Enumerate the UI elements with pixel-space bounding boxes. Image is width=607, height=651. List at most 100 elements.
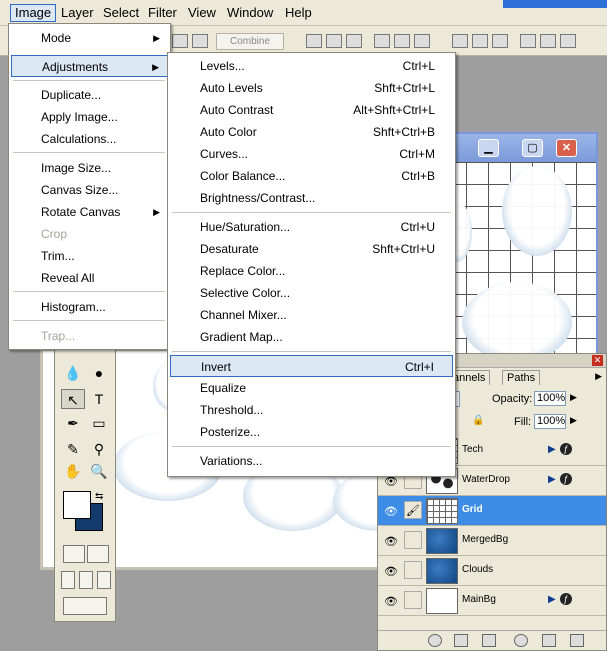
- notes-tool-icon[interactable]: ✎: [61, 439, 85, 459]
- expand-effects-icon[interactable]: ▶: [548, 594, 556, 605]
- menu-item-selective-color[interactable]: Selective Color...: [170, 282, 453, 304]
- menu-item-reveal-all[interactable]: Reveal All: [11, 267, 168, 289]
- align-right-icon[interactable]: [414, 34, 430, 48]
- quick-mask-mode-icon[interactable]: [87, 545, 109, 563]
- minimize-icon[interactable]: ▁: [478, 139, 499, 157]
- menu-item-histogram[interactable]: Histogram...: [11, 296, 168, 318]
- link-slot[interactable]: [404, 561, 422, 579]
- shape-mode-icon[interactable]: [172, 34, 188, 48]
- screen-mode-full-menu-icon[interactable]: [79, 571, 93, 589]
- layer-effects-icon[interactable]: ƒ: [560, 593, 572, 605]
- shape-exclude-icon[interactable]: [192, 34, 208, 48]
- menu-item-invert[interactable]: Invert Ctrl+I: [170, 355, 453, 377]
- new-group-icon[interactable]: [482, 634, 496, 647]
- eyedropper-tool-icon[interactable]: ⚲: [87, 439, 111, 459]
- expand-effects-icon[interactable]: ▶: [548, 444, 556, 455]
- visibility-eye-icon[interactable]: 👁: [384, 505, 398, 518]
- align-vcenter-icon[interactable]: [326, 34, 342, 48]
- add-mask-icon[interactable]: [454, 634, 468, 647]
- menu-image[interactable]: Image: [10, 4, 57, 22]
- zoom-tool-icon[interactable]: 🔍: [87, 461, 111, 481]
- tab-paths[interactable]: Paths: [502, 370, 541, 385]
- menu-item-brightness-contrast[interactable]: Brightness/Contrast...: [170, 187, 453, 209]
- opacity-slider-arrow-icon[interactable]: ▶: [570, 392, 577, 403]
- swap-colors-icon[interactable]: ⇆: [95, 491, 103, 502]
- screen-mode-standard-icon[interactable]: [61, 571, 75, 589]
- link-slot[interactable]: [404, 591, 422, 609]
- menu-layer[interactable]: Layer: [57, 4, 98, 22]
- menu-item-auto-color[interactable]: Auto Color Shft+Ctrl+B: [170, 121, 453, 143]
- layer-row-grid[interactable]: 👁 🖌 Grid: [378, 496, 606, 526]
- menu-item-variations[interactable]: Variations...: [170, 450, 453, 472]
- opacity-input[interactable]: 100%: [534, 391, 566, 406]
- fill-input[interactable]: 100%: [534, 414, 566, 429]
- menu-view[interactable]: View: [184, 4, 220, 22]
- distribute-left-icon[interactable]: [520, 34, 536, 48]
- maximize-icon[interactable]: ▢: [522, 139, 543, 157]
- layer-effects-icon[interactable]: ƒ: [560, 443, 572, 455]
- menu-item-threshold[interactable]: Threshold...: [170, 399, 453, 421]
- distribute-vcenter-icon[interactable]: [472, 34, 488, 48]
- hand-tool-icon[interactable]: ✋: [61, 461, 85, 481]
- menu-window[interactable]: Window: [223, 4, 277, 22]
- trash-icon[interactable]: [570, 634, 584, 647]
- menu-item-rotate-canvas[interactable]: Rotate Canvas ▶: [11, 201, 168, 223]
- standard-mode-icon[interactable]: [63, 545, 85, 563]
- menu-item-adjustments[interactable]: Adjustments ▶: [11, 55, 168, 77]
- menu-item-replace-color[interactable]: Replace Color...: [170, 260, 453, 282]
- menu-item-channel-mixer[interactable]: Channel Mixer...: [170, 304, 453, 326]
- menu-filter[interactable]: Filter: [144, 4, 181, 22]
- layer-effects-icon[interactable]: ƒ: [560, 473, 572, 485]
- align-top-icon[interactable]: [306, 34, 322, 48]
- menu-item-hue-saturation[interactable]: Hue/Saturation... Ctrl+U: [170, 216, 453, 238]
- visibility-eye-icon[interactable]: 👁: [384, 595, 398, 608]
- add-style-icon[interactable]: [428, 634, 442, 647]
- path-selection-tool-icon[interactable]: ↖: [61, 389, 85, 409]
- lock-icon[interactable]: 🔒: [472, 415, 484, 426]
- close-icon[interactable]: ✕: [592, 355, 603, 366]
- menu-help[interactable]: Help: [281, 4, 316, 22]
- jump-to-imageready-icon[interactable]: [63, 597, 107, 615]
- foreground-color-swatch[interactable]: [63, 491, 91, 519]
- expand-effects-icon[interactable]: ▶: [548, 474, 556, 485]
- new-layer-icon[interactable]: [542, 634, 556, 647]
- brush-icon[interactable]: 🖌: [404, 501, 422, 519]
- menu-item-gradient-map[interactable]: Gradient Map...: [170, 326, 453, 348]
- align-left-icon[interactable]: [374, 34, 390, 48]
- align-bottom-icon[interactable]: [346, 34, 362, 48]
- menu-item-desaturate[interactable]: Desaturate Shft+Ctrl+U: [170, 238, 453, 260]
- menu-item-mode[interactable]: Mode ▶: [11, 27, 168, 49]
- visibility-eye-icon[interactable]: 👁: [384, 535, 398, 548]
- menu-item-duplicate[interactable]: Duplicate...: [11, 84, 168, 106]
- menu-item-apply-image[interactable]: Apply Image...: [11, 106, 168, 128]
- layer-row-mainbg[interactable]: 👁 MainBg ▶ ƒ: [378, 586, 606, 616]
- shape-tool-icon[interactable]: ▭: [87, 413, 111, 433]
- panel-menu-icon[interactable]: ▶: [595, 371, 602, 382]
- layer-row-clouds[interactable]: 👁 Clouds: [378, 556, 606, 586]
- menu-item-trim[interactable]: Trim...: [11, 245, 168, 267]
- menu-item-auto-contrast[interactable]: Auto Contrast Alt+Shft+Ctrl+L: [170, 99, 453, 121]
- menu-item-color-balance[interactable]: Color Balance... Ctrl+B: [170, 165, 453, 187]
- menu-item-posterize[interactable]: Posterize...: [170, 421, 453, 443]
- align-hcenter-icon[interactable]: [394, 34, 410, 48]
- type-tool-icon[interactable]: T: [87, 389, 111, 409]
- screen-mode-full-icon[interactable]: [97, 571, 111, 589]
- adjustment-layer-icon[interactable]: [514, 634, 528, 647]
- burn-tool-icon[interactable]: ●: [87, 363, 111, 383]
- link-slot[interactable]: [404, 531, 422, 549]
- menu-item-levels[interactable]: Levels... Ctrl+L: [170, 55, 453, 77]
- menu-item-auto-levels[interactable]: Auto Levels Shft+Ctrl+L: [170, 77, 453, 99]
- blur-tool-icon[interactable]: 💧: [61, 363, 85, 383]
- menu-select[interactable]: Select: [99, 4, 143, 22]
- layer-row-mergedbg[interactable]: 👁 MergedBg: [378, 526, 606, 556]
- menu-item-equalize[interactable]: Equalize: [170, 377, 453, 399]
- menu-item-calculations[interactable]: Calculations...: [11, 128, 168, 150]
- combine-button[interactable]: Combine: [216, 33, 284, 50]
- distribute-bottom-icon[interactable]: [492, 34, 508, 48]
- distribute-hcenter-icon[interactable]: [540, 34, 556, 48]
- menu-item-curves[interactable]: Curves... Ctrl+M: [170, 143, 453, 165]
- fill-slider-arrow-icon[interactable]: ▶: [570, 415, 577, 426]
- distribute-right-icon[interactable]: [560, 34, 576, 48]
- visibility-eye-icon[interactable]: 👁: [384, 565, 398, 578]
- menu-item-canvas-size[interactable]: Canvas Size...: [11, 179, 168, 201]
